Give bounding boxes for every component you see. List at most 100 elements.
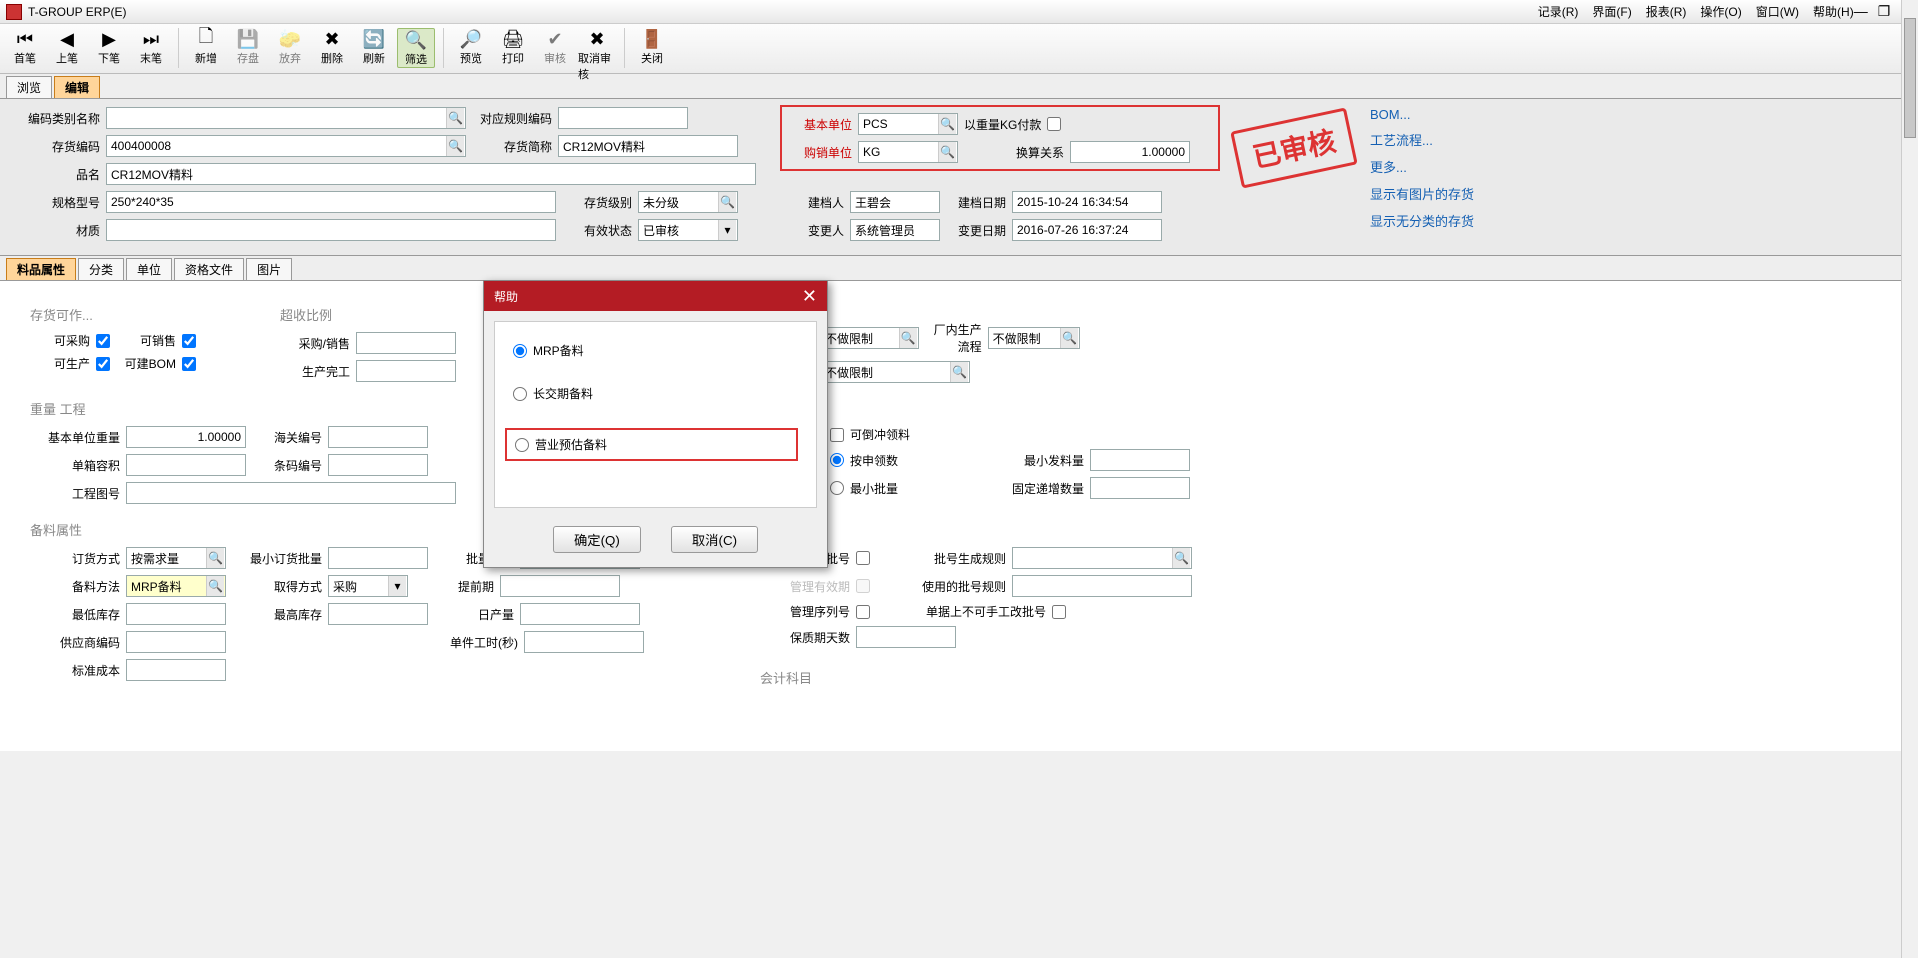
- vertical-scrollbar[interactable]: [1901, 0, 1918, 958]
- fixedinc-input[interactable]: [1090, 477, 1190, 499]
- link-process[interactable]: 工艺流程...: [1370, 130, 1474, 149]
- menu-help[interactable]: 帮助(H): [1813, 3, 1854, 20]
- maxstock-input[interactable]: [328, 603, 428, 625]
- tool-next[interactable]: ▶下笔: [90, 28, 128, 66]
- tab-edit[interactable]: 编辑: [54, 76, 100, 98]
- manageserial-check[interactable]: [856, 605, 870, 619]
- dropdown-icon[interactable]: 🔍: [938, 142, 956, 162]
- dropdown-icon[interactable]: ▾: [718, 220, 736, 240]
- dropdown-icon[interactable]: 🔍: [206, 576, 224, 596]
- suppcode-input[interactable]: [126, 631, 226, 653]
- subtab-category[interactable]: 分类: [78, 258, 124, 280]
- usedrule-input[interactable]: [1012, 575, 1192, 597]
- tab-browse[interactable]: 浏览: [6, 76, 52, 98]
- tool-unapprove[interactable]: ✖取消审核: [578, 28, 616, 82]
- menu-record[interactable]: 记录(R): [1538, 3, 1579, 20]
- minissue-input[interactable]: [1090, 449, 1190, 471]
- grade-combo[interactable]: 未分级🔍: [638, 191, 738, 213]
- baseweight-input[interactable]: [126, 426, 246, 448]
- menu-action[interactable]: 操作(O): [1700, 3, 1741, 20]
- stdcost-input[interactable]: [126, 659, 226, 681]
- batchrule-combo[interactable]: 🔍: [1012, 547, 1192, 569]
- payweight-check[interactable]: [1047, 117, 1061, 131]
- menu-view[interactable]: 界面(F): [1592, 3, 1631, 20]
- tool-preview[interactable]: 🔎预览: [452, 28, 490, 66]
- prodfin-input[interactable]: [356, 360, 456, 382]
- tool-last[interactable]: ⏭末笔: [132, 28, 170, 66]
- opt-longlead-radio[interactable]: [513, 387, 527, 401]
- tool-delete[interactable]: ✖删除: [313, 28, 351, 66]
- managebatch-check[interactable]: [856, 551, 870, 565]
- opt-forecast-radio[interactable]: [515, 438, 529, 452]
- category-combo[interactable]: 🔍: [106, 107, 466, 129]
- ratio-input[interactable]: [1070, 141, 1190, 163]
- unitsec-input[interactable]: [524, 631, 644, 653]
- boxcap-input[interactable]: [126, 454, 246, 476]
- link-more[interactable]: 更多...: [1370, 157, 1474, 176]
- modal-ok-button[interactable]: 确定(Q): [553, 526, 641, 553]
- tool-refresh[interactable]: 🔄刷新: [355, 28, 393, 66]
- subtab-attr[interactable]: 料品属性: [6, 258, 76, 280]
- barcode-input[interactable]: [328, 454, 428, 476]
- opt-mrp-radio[interactable]: [513, 344, 527, 358]
- ordermode-combo[interactable]: 按需求量🔍: [126, 547, 226, 569]
- byreq-radio[interactable]: [830, 453, 844, 467]
- customs-input[interactable]: [328, 426, 428, 448]
- minimize-icon[interactable]: —: [1854, 3, 1868, 20]
- tool-abandon[interactable]: 🧽放弃: [271, 28, 309, 66]
- subtab-unit[interactable]: 单位: [126, 258, 172, 280]
- limit2-combo[interactable]: 不做限制🔍: [820, 361, 970, 383]
- purchasable-check[interactable]: [96, 334, 110, 348]
- baseunit-combo[interactable]: PCS🔍: [858, 113, 958, 135]
- stockcode-combo[interactable]: 400400008🔍: [106, 135, 466, 157]
- saleunit-combo[interactable]: KG🔍: [858, 141, 958, 163]
- dropdown-icon[interactable]: 🔍: [899, 328, 917, 348]
- scrollbar-thumb[interactable]: [1904, 18, 1916, 138]
- material-input[interactable]: [106, 219, 556, 241]
- canreverse-check[interactable]: [830, 428, 844, 442]
- dropdown-icon[interactable]: 🔍: [446, 136, 464, 156]
- buildbom-check[interactable]: [182, 357, 196, 371]
- tool-save[interactable]: 💾存盘: [229, 28, 267, 66]
- rulecode-input[interactable]: [558, 107, 688, 129]
- dropdown-icon[interactable]: 🔍: [1060, 328, 1078, 348]
- dropdown-icon[interactable]: 🔍: [950, 362, 968, 382]
- dropdown-icon[interactable]: 🔍: [206, 548, 224, 568]
- nohandchange-check[interactable]: [1052, 605, 1066, 619]
- subtab-qualfile[interactable]: 资格文件: [174, 258, 244, 280]
- obtain-combo[interactable]: 采购▾: [328, 575, 408, 597]
- drawno-input[interactable]: [126, 482, 456, 504]
- dropdown-icon[interactable]: 🔍: [1172, 548, 1190, 568]
- tool-new[interactable]: 🗋新增: [187, 28, 225, 66]
- tool-filter[interactable]: 🔍筛选: [397, 28, 435, 68]
- dayprod-input[interactable]: [520, 603, 640, 625]
- sellable-check[interactable]: [182, 334, 196, 348]
- buysell-input[interactable]: [356, 332, 456, 354]
- subtab-image[interactable]: 图片: [246, 258, 292, 280]
- link-no-category[interactable]: 显示无分类的存货: [1370, 211, 1474, 230]
- name-input[interactable]: [106, 163, 756, 185]
- leadtime-input[interactable]: [500, 575, 620, 597]
- minstock-input[interactable]: [126, 603, 226, 625]
- producible-check[interactable]: [96, 357, 110, 371]
- prepmethod-combo[interactable]: MRP备料🔍: [126, 575, 226, 597]
- spec-input[interactable]: [106, 191, 556, 213]
- link-with-image[interactable]: 显示有图片的存货: [1370, 184, 1474, 203]
- dropdown-icon[interactable]: 🔍: [938, 114, 956, 134]
- tool-approve[interactable]: ✔审核: [536, 28, 574, 66]
- modal-close-icon[interactable]: ✕: [802, 286, 817, 307]
- minbatch-radio[interactable]: [830, 481, 844, 495]
- link-bom[interactable]: BOM...: [1370, 107, 1474, 122]
- shelfdays-input[interactable]: [856, 626, 956, 648]
- tool-prev[interactable]: ◀上笔: [48, 28, 86, 66]
- tool-first[interactable]: ⏮首笔: [6, 28, 44, 66]
- dropdown-icon[interactable]: 🔍: [718, 192, 736, 212]
- tool-close[interactable]: 🚪关闭: [633, 28, 671, 66]
- limit1-combo[interactable]: 不做限制🔍: [820, 327, 919, 349]
- maximize-icon[interactable]: ❐: [1878, 3, 1891, 20]
- modal-cancel-button[interactable]: 取消(C): [671, 526, 758, 553]
- menu-window[interactable]: 窗口(W): [1756, 3, 1799, 20]
- stockshort-input[interactable]: [558, 135, 738, 157]
- minorder-input[interactable]: [328, 547, 428, 569]
- factoryflow-combo[interactable]: 不做限制🔍: [988, 327, 1080, 349]
